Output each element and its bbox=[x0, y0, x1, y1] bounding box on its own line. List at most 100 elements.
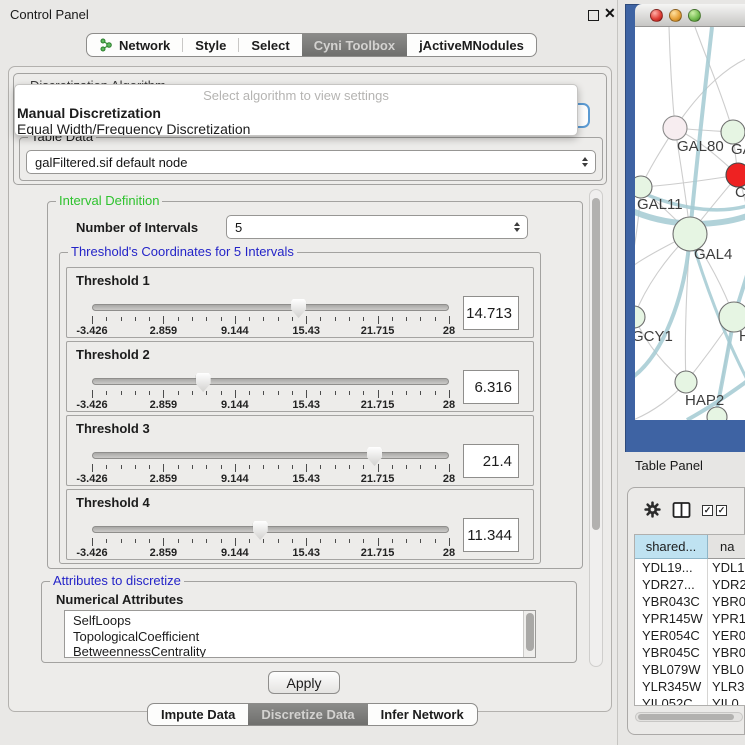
cell-shared-name[interactable]: YER054C bbox=[635, 627, 708, 644]
tick-label: 15.43 bbox=[292, 325, 320, 337]
network-node[interactable] bbox=[675, 371, 697, 393]
table-row[interactable]: YIL052C YIL0 bbox=[635, 695, 745, 705]
column-header-name[interactable]: na bbox=[708, 535, 745, 559]
cell-shared-name[interactable]: YBR045C bbox=[635, 644, 708, 661]
cell-shared-name[interactable]: YBR043C bbox=[635, 593, 708, 610]
tick bbox=[149, 465, 150, 469]
table-row[interactable]: YBR043C YBR0 bbox=[635, 593, 745, 610]
cell-name[interactable]: YPR1 bbox=[708, 610, 745, 627]
table-row[interactable]: YLR345W YLR3 bbox=[635, 678, 745, 695]
float-window-icon[interactable] bbox=[588, 10, 599, 21]
cell-shared-name[interactable]: YIL052C bbox=[635, 695, 708, 705]
dropdown-option-manual-discretization[interactable]: Manual Discretization bbox=[15, 105, 577, 121]
tick bbox=[306, 390, 307, 398]
tab-network[interactable]: Network bbox=[87, 34, 182, 56]
dropdown-option-equal-width-frequency[interactable]: Equal Width/Frequency Discretization bbox=[15, 121, 577, 136]
threshold-slider[interactable]: -3.4262.8599.14415.4321.71528 bbox=[92, 519, 449, 559]
tick bbox=[192, 465, 193, 469]
table-data-value: galFiltered.sif default node bbox=[35, 155, 187, 170]
tick bbox=[135, 317, 136, 321]
cell-shared-name[interactable]: YPR145W bbox=[635, 610, 708, 627]
cell-shared-name[interactable]: YDL19... bbox=[635, 559, 708, 576]
cell-name[interactable]: YBL0 bbox=[708, 661, 745, 678]
table-row[interactable]: YER054C YER0 bbox=[635, 627, 745, 644]
mac-zoom-button[interactable] bbox=[688, 9, 701, 22]
mac-minimize-button[interactable] bbox=[669, 9, 682, 22]
tick bbox=[92, 538, 93, 546]
tab-infer-network[interactable]: Infer Network bbox=[368, 704, 477, 725]
number-of-intervals-combobox[interactable]: 5 bbox=[226, 215, 528, 239]
attributes-list[interactable]: SelfLoopsTopologicalCoefficientBetweenne… bbox=[64, 610, 536, 658]
attribute-list-item[interactable]: SelfLoops bbox=[65, 613, 523, 629]
table-data-combobox[interactable]: galFiltered.sif default node bbox=[26, 150, 596, 174]
slider-ticks bbox=[92, 316, 449, 325]
checkbox-icon[interactable]: ✓ bbox=[716, 505, 727, 516]
cell-name[interactable]: YDL1 bbox=[708, 559, 745, 576]
threshold-value-field[interactable]: 11.344 bbox=[463, 518, 519, 552]
slider-track[interactable] bbox=[92, 452, 449, 459]
cell-shared-name[interactable]: YBL079W bbox=[635, 661, 708, 678]
control-panel-title: Control Panel bbox=[10, 7, 89, 22]
cell-name[interactable]: YIL0 bbox=[708, 695, 745, 705]
tab-cyni-toolbox[interactable]: Cyni Toolbox bbox=[302, 34, 407, 56]
threshold-slider[interactable]: -3.4262.8599.14415.4321.71528 bbox=[92, 371, 449, 411]
threshold-slider[interactable]: -3.4262.8599.14415.4321.71528 bbox=[92, 297, 449, 337]
close-icon[interactable]: ✕ bbox=[604, 5, 616, 22]
threshold-value-field[interactable]: 21.4 bbox=[463, 444, 519, 478]
apply-button[interactable]: Apply bbox=[268, 671, 340, 694]
tick bbox=[420, 391, 421, 395]
cell-name[interactable]: YBR0 bbox=[708, 644, 745, 661]
cell-name[interactable]: YLR3 bbox=[708, 678, 745, 695]
network-canvas[interactable]: GAL80GACGAL11GAL4GCY1HHAP2 bbox=[635, 27, 745, 420]
network-window-titlebar[interactable] bbox=[635, 4, 745, 27]
tick bbox=[320, 391, 321, 395]
mac-close-button[interactable] bbox=[650, 9, 663, 22]
cell-name[interactable]: YBR0 bbox=[708, 593, 745, 610]
tab-style[interactable]: Style bbox=[183, 34, 238, 56]
tab-select[interactable]: Select bbox=[239, 34, 301, 56]
scrollbar-thumb[interactable] bbox=[638, 714, 734, 720]
scrollbar-thumb[interactable] bbox=[526, 613, 534, 651]
columns-icon[interactable] bbox=[672, 501, 691, 519]
attributes-list-scrollbar[interactable] bbox=[523, 611, 535, 657]
cell-name[interactable]: YDR2 bbox=[708, 576, 745, 593]
main-vertical-scrollbar[interactable] bbox=[589, 189, 603, 667]
slider-track[interactable] bbox=[92, 304, 449, 311]
tick-label: 9.144 bbox=[221, 473, 249, 485]
table-row[interactable]: YBL079W YBL0 bbox=[635, 661, 745, 678]
table-row[interactable]: YDL19... YDL1 bbox=[635, 559, 745, 576]
table-horizontal-scrollbar[interactable] bbox=[635, 712, 743, 722]
tick bbox=[320, 317, 321, 321]
tab-impute-data[interactable]: Impute Data bbox=[148, 704, 248, 725]
table-header-row: shared... na bbox=[635, 535, 745, 559]
tick bbox=[263, 391, 264, 395]
attribute-list-item[interactable]: BetweennessCentrality bbox=[65, 644, 523, 658]
tab-jactivemnodules[interactable]: jActiveMNodules bbox=[407, 34, 536, 56]
gear-icon[interactable] bbox=[644, 501, 661, 518]
tick bbox=[278, 317, 279, 321]
checkbox-icon[interactable]: ✓ bbox=[702, 505, 713, 516]
network-node[interactable] bbox=[663, 116, 687, 140]
network-node[interactable] bbox=[635, 176, 652, 198]
column-header-shared-name[interactable]: shared... bbox=[635, 535, 708, 559]
tick bbox=[192, 317, 193, 321]
threshold-value-field[interactable]: 14.713 bbox=[463, 296, 519, 330]
attribute-list-item[interactable]: TopologicalCoefficient bbox=[65, 629, 523, 645]
slider-track[interactable] bbox=[92, 378, 449, 385]
tab-label: jActiveMNodules bbox=[419, 38, 524, 53]
slider-track[interactable] bbox=[92, 526, 449, 533]
network-node[interactable] bbox=[635, 306, 645, 328]
network-edge bbox=[635, 317, 686, 382]
table-row[interactable]: YPR145W YPR1 bbox=[635, 610, 745, 627]
cell-shared-name[interactable]: YLR345W bbox=[635, 678, 708, 695]
threshold-slider[interactable]: -3.4262.8599.14415.4321.71528 bbox=[92, 445, 449, 485]
table-row[interactable]: YBR045C YBR0 bbox=[635, 644, 745, 661]
tab-discretize-data[interactable]: Discretize Data bbox=[248, 704, 367, 725]
scrollbar-thumb[interactable] bbox=[592, 198, 600, 530]
tick-label: 15.43 bbox=[292, 399, 320, 411]
table-row[interactable]: YDR27... YDR2 bbox=[635, 576, 745, 593]
cell-shared-name[interactable]: YDR27... bbox=[635, 576, 708, 593]
tab-label: Select bbox=[251, 38, 289, 53]
threshold-value-field[interactable]: 6.316 bbox=[463, 370, 519, 404]
cell-name[interactable]: YER0 bbox=[708, 627, 745, 644]
